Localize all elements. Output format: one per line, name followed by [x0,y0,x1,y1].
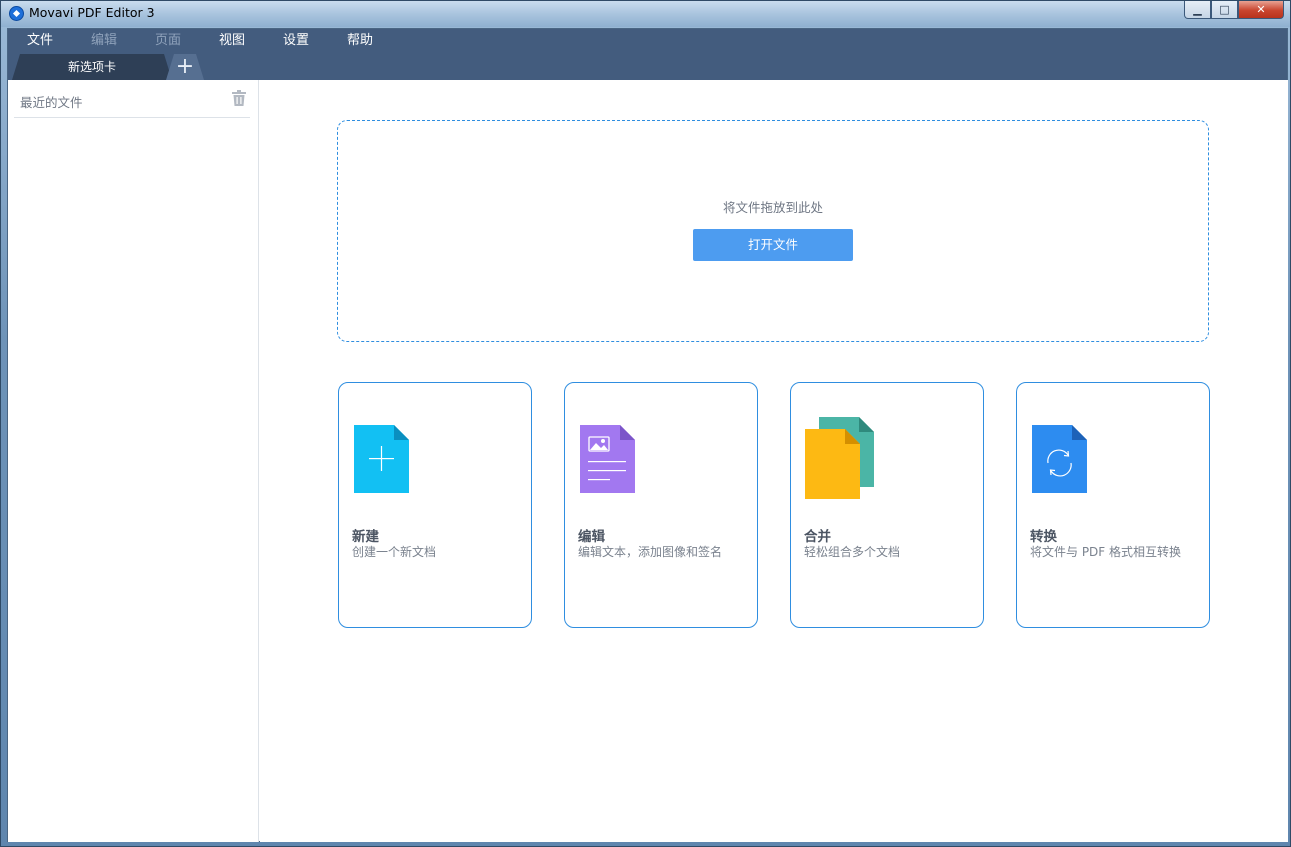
app-logo-icon [9,6,24,21]
new-document-card[interactable]: 新建 创建一个新文档 [338,382,532,628]
trash-icon[interactable] [232,90,246,106]
menu-page[interactable]: 页面 [136,29,200,53]
merge-documents-icon [805,417,874,499]
card-description: 轻松组合多个文档 [804,545,901,559]
menu-help[interactable]: 帮助 [328,29,392,53]
window-controls: ▁ □ ✕ [1184,1,1284,20]
card-description: 创建一个新文档 [352,545,437,559]
menu-edit[interactable]: 编辑 [72,29,136,53]
app-window: Movavi PDF Editor 3 ▁ □ ✕ 文件 编辑 页面 视图 设置… [0,0,1291,847]
menu-bar: 文件 编辑 页面 视图 设置 帮助 新选项卡 + [8,29,1287,80]
convert-document-card[interactable]: 转换 将文件与 PDF 格式相互转换 [1016,382,1210,628]
title-bar[interactable]: Movavi PDF Editor 3 ▁ □ ✕ [1,1,1290,27]
merge-documents-card[interactable]: 合并 轻松组合多个文档 [790,382,984,628]
new-document-icon [354,425,409,493]
edit-document-icon [580,425,635,493]
card-description: 编辑文本，添加图像和签名 [578,545,723,559]
app-body: 文件 编辑 页面 视图 设置 帮助 新选项卡 + 最近的文件 将文件拖放到此处 … [7,28,1288,842]
maximize-button[interactable]: □ [1211,1,1238,19]
edit-document-card[interactable]: 编辑 编辑文本，添加图像和签名 [564,382,758,628]
minimize-button[interactable]: ▁ [1184,1,1211,19]
recent-files-title: 最近的文件 [20,95,83,110]
window-title: Movavi PDF Editor 3 [29,5,155,20]
menu-view[interactable]: 视图 [200,29,264,53]
card-title: 转换 [1030,529,1057,545]
recent-files-header: 最近的文件 [14,80,250,118]
tab-new[interactable]: 新选项卡 [12,54,172,80]
open-file-button[interactable]: 打开文件 [693,229,853,261]
menu-file[interactable]: 文件 [8,29,72,53]
card-title: 合并 [804,529,831,545]
drop-hint: 将文件拖放到此处 [722,200,823,215]
card-description: 将文件与 PDF 格式相互转换 [1030,545,1182,559]
recent-files-sidebar: 最近的文件 [8,80,259,842]
start-page: 将文件拖放到此处 打开文件 新建 创建一个新文档 编辑 编辑文本，添加图像和签名… [260,80,1288,842]
menu-settings[interactable]: 设置 [264,29,328,53]
close-button[interactable]: ✕ [1238,1,1284,19]
card-title: 编辑 [578,529,605,545]
add-tab-button[interactable]: + [166,54,204,80]
card-title: 新建 [352,529,379,545]
main-menu: 文件 编辑 页面 视图 设置 帮助 [8,29,392,53]
file-drop-zone[interactable]: 将文件拖放到此处 打开文件 [337,120,1209,342]
convert-document-icon [1032,425,1087,493]
